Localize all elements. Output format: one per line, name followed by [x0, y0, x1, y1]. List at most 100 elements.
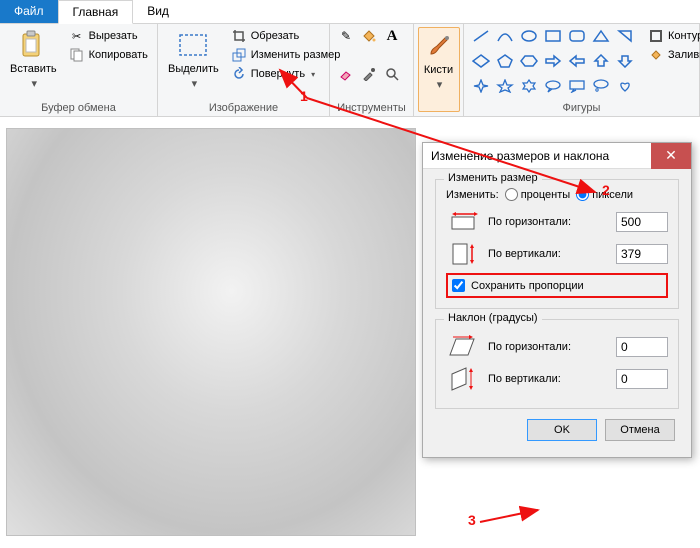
brush-icon: [423, 30, 455, 62]
annotation-3: 3: [468, 512, 476, 528]
group-brushes: Кисти ▾: [414, 24, 464, 116]
skew-h-label: По горизонтали:: [488, 341, 608, 353]
dialog-titlebar: Изменение размеров и наклона ✕: [423, 143, 691, 169]
rotate-icon: [231, 66, 247, 82]
outline-label: Контур: [668, 30, 700, 42]
group-shapes-label: Фигуры: [470, 100, 693, 114]
select-label: Выделить: [168, 63, 219, 75]
rotate-label: Повернуть: [251, 68, 305, 80]
close-icon: ✕: [665, 147, 677, 164]
skew-v-icon: [446, 366, 480, 392]
resize-legend: Изменить размер: [444, 172, 542, 184]
brushes-label: Кисти: [424, 64, 453, 76]
fill-tool[interactable]: [359, 27, 379, 45]
shape-rect[interactable]: [542, 27, 564, 45]
paste-label: Вставить: [10, 63, 57, 75]
dialog-title: Изменение размеров и наклона: [431, 149, 609, 163]
vertical-input[interactable]: [616, 244, 668, 264]
copy-icon: [69, 47, 85, 63]
canvas-image: [7, 129, 415, 535]
cut-label: Вырезать: [89, 30, 138, 42]
shape-callout-cloud[interactable]: [590, 77, 612, 95]
crop-label: Обрезать: [251, 30, 300, 42]
chevron-down-icon: ▾: [32, 77, 38, 90]
radio-percent[interactable]: проценты: [505, 188, 571, 201]
tab-file[interactable]: Файл: [0, 0, 58, 23]
keep-ratio-checkbox[interactable]: [452, 279, 465, 292]
canvas-area[interactable]: [6, 128, 416, 536]
scissors-icon: ✂: [69, 28, 85, 44]
brushes-button[interactable]: Кисти ▾: [418, 27, 460, 112]
keep-ratio-row[interactable]: Сохранить пропорции: [446, 273, 668, 298]
copy-button[interactable]: Копировать: [67, 46, 150, 64]
picker-tool[interactable]: [359, 65, 379, 83]
shape-arrow-down[interactable]: [614, 52, 636, 70]
shape-callout-round[interactable]: [542, 77, 564, 95]
resize-fieldset: Изменить размер Изменить: проценты пиксе…: [435, 179, 679, 309]
shape-diamond[interactable]: [470, 52, 492, 70]
text-tool[interactable]: A: [382, 27, 402, 45]
shape-arrow-up[interactable]: [590, 52, 612, 70]
outline-button[interactable]: Контур▾: [646, 27, 700, 45]
cancel-button[interactable]: Отмена: [605, 419, 675, 441]
horizontal-input[interactable]: [616, 212, 668, 232]
shapes-grid: [470, 27, 636, 100]
chevron-down-icon: ▾: [437, 78, 443, 91]
resize-button[interactable]: Изменить размер: [229, 46, 343, 64]
group-tools: ✎ A Инструменты: [330, 24, 414, 116]
group-tools-label: Инструменты: [336, 100, 407, 114]
ok-button[interactable]: OK: [527, 419, 597, 441]
shape-star5[interactable]: [494, 77, 516, 95]
shape-callout-rect[interactable]: [566, 77, 588, 95]
shape-hexagon[interactable]: [518, 52, 540, 70]
resize-dialog: Изменение размеров и наклона ✕ Изменить …: [422, 142, 692, 458]
shape-star4[interactable]: [470, 77, 492, 95]
cut-button[interactable]: ✂ Вырезать: [67, 27, 150, 45]
crop-button[interactable]: Обрезать: [229, 27, 343, 45]
shape-triangle[interactable]: [614, 27, 636, 45]
tab-home[interactable]: Главная: [58, 0, 134, 24]
close-button[interactable]: ✕: [651, 143, 691, 169]
chevron-down-icon: ▾: [192, 77, 198, 90]
fill-button[interactable]: Заливка▾: [646, 46, 700, 64]
shape-roundrect[interactable]: [566, 27, 588, 45]
group-image-label: Изображение: [164, 100, 323, 114]
shape-line[interactable]: [470, 27, 492, 45]
radio-pixels[interactable]: пиксели: [576, 188, 633, 201]
shape-heart[interactable]: [614, 77, 636, 95]
crop-icon: [231, 28, 247, 44]
shape-curve[interactable]: [494, 27, 516, 45]
select-button[interactable]: Выделить ▾: [164, 27, 223, 100]
horizontal-label: По горизонтали:: [488, 216, 608, 228]
rotate-button[interactable]: Повернуть ▾: [229, 65, 343, 83]
tab-view[interactable]: Вид: [133, 0, 183, 23]
shape-pentagon[interactable]: [494, 52, 516, 70]
select-icon: [177, 29, 209, 61]
group-clipboard: Вставить ▾ ✂ Вырезать Копировать: [0, 24, 158, 116]
change-by-label: Изменить:: [446, 189, 499, 201]
shape-arrow-left[interactable]: [566, 52, 588, 70]
shape-arrow-right[interactable]: [542, 52, 564, 70]
skew-v-label: По вертикали:: [488, 373, 608, 385]
shape-polygon[interactable]: [590, 27, 612, 45]
zoom-tool[interactable]: [382, 65, 402, 83]
eraser-tool[interactable]: [336, 65, 356, 83]
ribbon: Файл Главная Вид Вставить ▾ ✂ Вырезать: [0, 0, 700, 117]
ribbon-tabs: Файл Главная Вид: [0, 0, 700, 24]
ribbon-body: Вставить ▾ ✂ Вырезать Копировать: [0, 24, 700, 116]
pencil-tool[interactable]: ✎: [336, 27, 356, 45]
horizontal-icon: [446, 209, 480, 235]
paste-button[interactable]: Вставить ▾: [6, 27, 61, 100]
shape-star6[interactable]: [518, 77, 540, 95]
resize-label: Изменить размер: [251, 49, 341, 61]
skew-legend: Наклон (градусы): [444, 312, 542, 324]
copy-label: Копировать: [89, 49, 148, 61]
group-shapes: Контур▾ Заливка▾ Фигуры: [464, 24, 700, 116]
skew-h-input[interactable]: [616, 337, 668, 357]
group-clipboard-label: Буфер обмена: [6, 100, 151, 114]
keep-ratio-label: Сохранить пропорции: [471, 280, 584, 292]
fill-label: Заливка: [668, 49, 700, 61]
shape-oval[interactable]: [518, 27, 540, 45]
skew-v-input[interactable]: [616, 369, 668, 389]
chevron-down-icon: ▾: [311, 70, 315, 79]
